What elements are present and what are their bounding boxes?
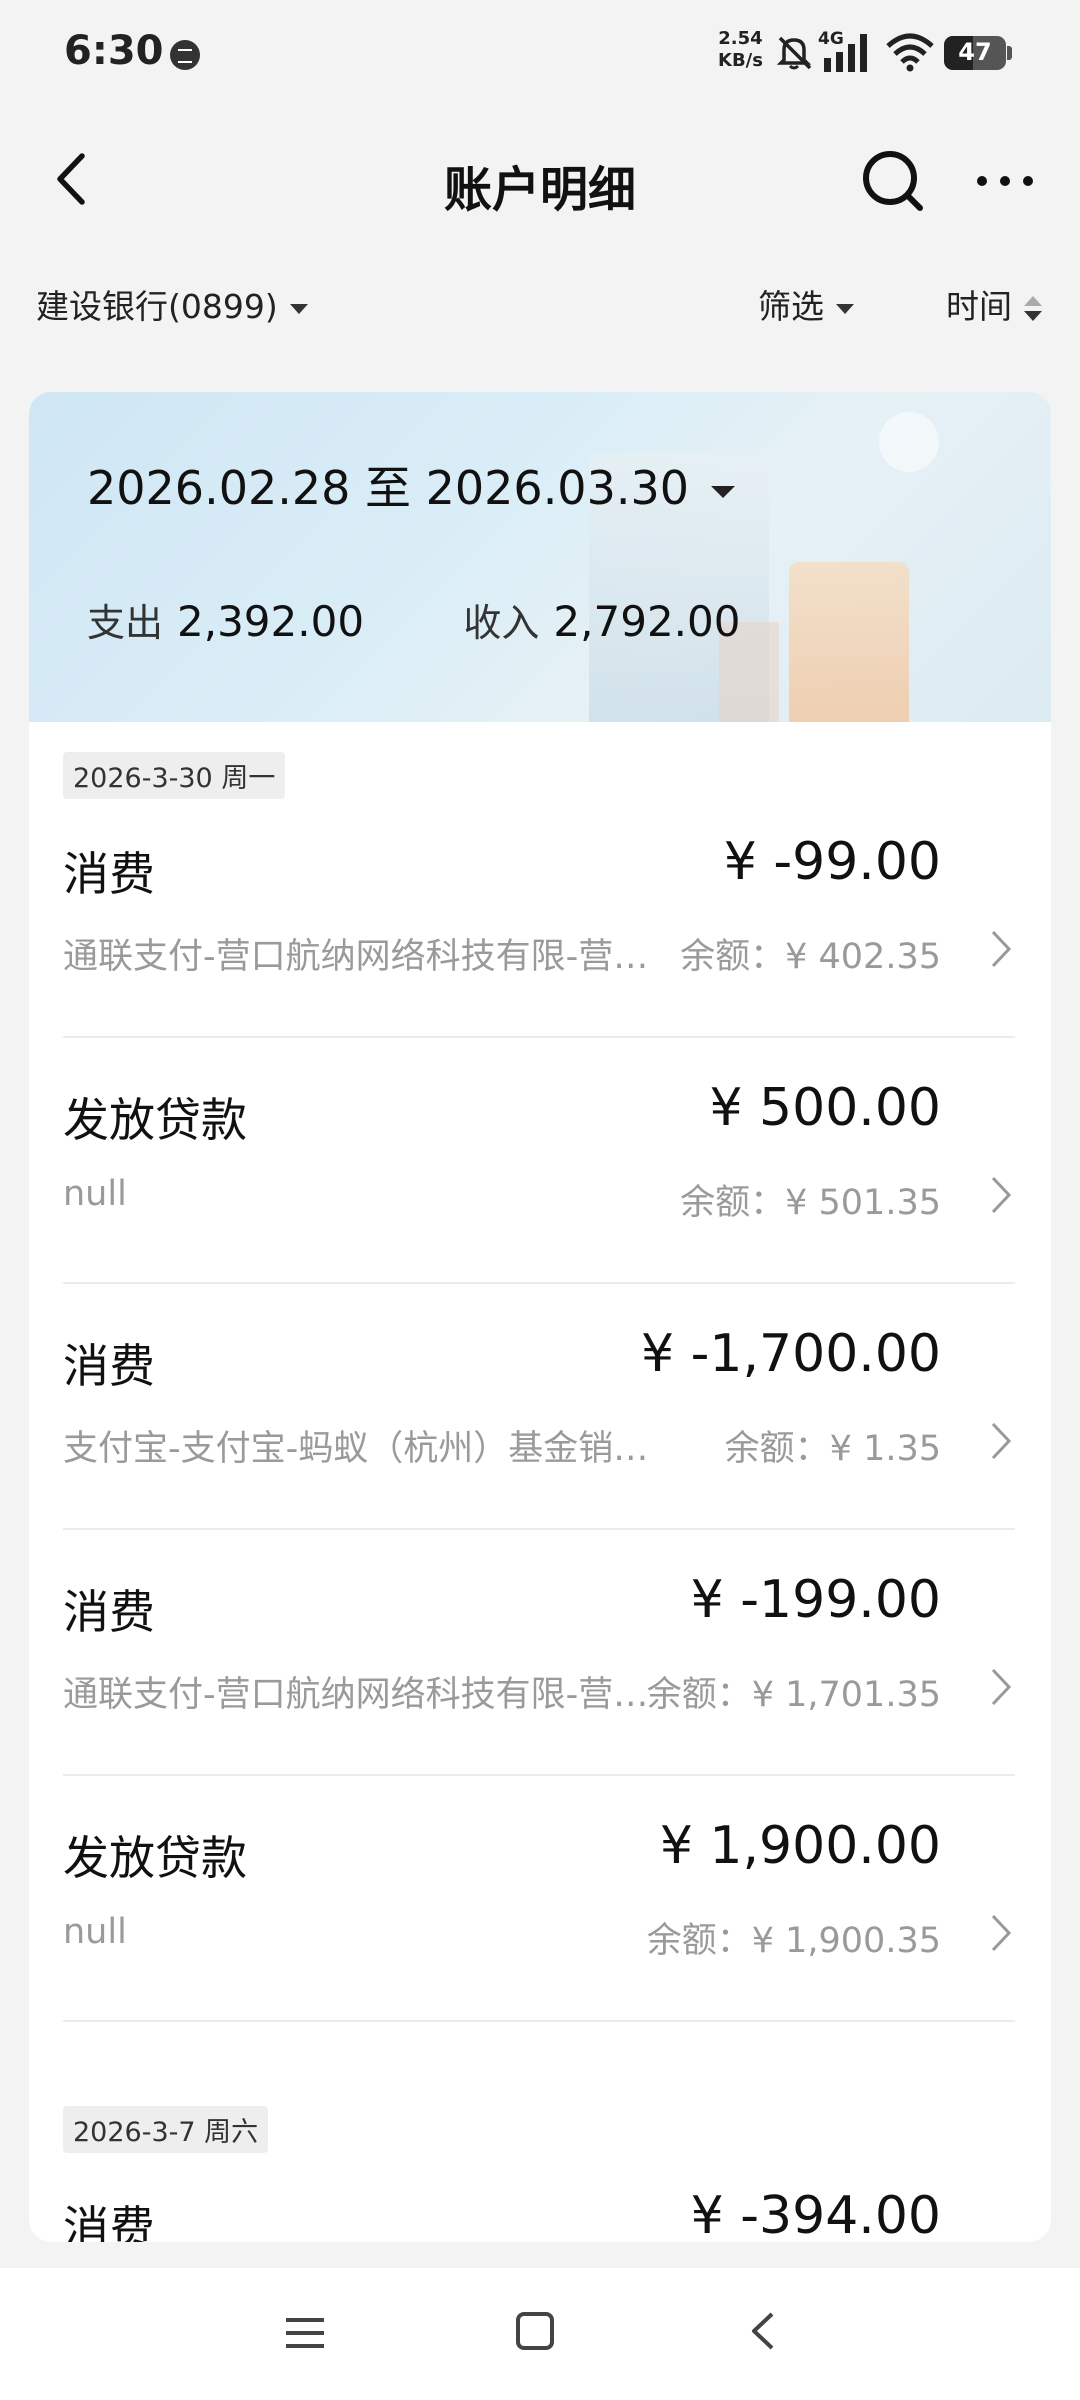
transaction-amount: ¥ -199.00: [690, 1570, 941, 1630]
transaction-row[interactable]: 发放贷款 ¥ 1,900.00 null 余额：¥ 1,900.35: [63, 1776, 1015, 2022]
network-type: 4G: [818, 29, 844, 49]
income-label: 收入: [463, 601, 540, 645]
back-triangle-icon[interactable]: [740, 2306, 790, 2356]
transaction-balance: 余额：¥ 1,900.35: [646, 1921, 941, 1961]
more-icon[interactable]: [970, 146, 1040, 216]
transaction-row[interactable]: 消费 ¥ -199.00 通联支付-营口航纳网络科技有限-营… 余额：¥ 1,7…: [63, 1530, 1015, 1776]
account-label: 建设银行(0899): [36, 287, 278, 326]
network-speed-unit: KB/s: [718, 50, 763, 71]
summary-banner: 2026.02.28 至 2026.03.30 支出 2,392.00 收入 2,7…: [29, 392, 1051, 722]
transaction-amount: ¥ -394.00: [690, 2186, 941, 2242]
chevron-right-icon: [991, 1422, 1012, 1460]
wifi-icon: [886, 33, 934, 72]
transaction-type: 消费: [63, 1339, 155, 1393]
date-range-selector[interactable]: 2026.02.28 至 2026.03.30: [87, 452, 735, 518]
mute-bell-icon: [776, 36, 812, 70]
chevron-right-icon: [991, 1914, 1012, 1952]
expense-label: 支出: [87, 601, 164, 645]
battery-icon: 47: [944, 36, 1012, 70]
filter-dropdown[interactable]: 筛选: [758, 280, 854, 328]
transaction-amount: ¥ -99.00: [723, 832, 941, 892]
transaction-amount: ¥ -1,700.00: [641, 1324, 941, 1384]
transaction-row[interactable]: 消费 ¥ -394.00: [63, 2146, 1015, 2242]
transaction-type: 消费: [63, 2201, 155, 2242]
transaction-row[interactable]: 消费 ¥ -99.00 通联支付-营口航纳网络科技有限-营… 余额：¥ 402.…: [63, 792, 1015, 1038]
transaction-amount: ¥ 500.00: [709, 1078, 941, 1138]
signal-icon: 4G: [818, 29, 867, 72]
transaction-balance: 余额：¥ 501.35: [680, 1183, 941, 1223]
transaction-type: 消费: [63, 847, 155, 901]
app-header: 账户明细: [0, 120, 1080, 240]
transaction-row[interactable]: 消费 ¥ -1,700.00 支付宝-支付宝-蚂蚁（杭州）基金销… 余额：¥ 1…: [63, 1284, 1015, 1530]
network-speed: 2.54 KB/s: [718, 28, 763, 72]
transaction-description: null: [63, 1912, 127, 1952]
transaction-balance: 余额：¥ 1,701.35: [646, 1675, 941, 1715]
chevron-right-icon: [991, 930, 1012, 968]
sort-icon: [1024, 294, 1042, 324]
transaction-amount: ¥ 1,900.00: [659, 1816, 941, 1876]
expense-value: 2,392.00: [177, 597, 365, 646]
transaction-balance: 余额：¥ 1.35: [724, 1429, 941, 1469]
transactions-card: 2026.02.28 至 2026.03.30 支出 2,392.00 收入 2,7…: [29, 392, 1051, 2242]
transaction-description: null: [63, 1174, 127, 1214]
filter-bar: 建设银行(0899) 筛选 时间: [0, 270, 1080, 340]
account-dropdown[interactable]: 建设银行(0899): [36, 280, 308, 328]
transaction-type: 发放贷款: [63, 1831, 247, 1885]
transaction-type: 发放贷款: [63, 1093, 247, 1147]
status-bar: 6:30 2.54 KB/s 4G 47: [0, 0, 1080, 110]
transaction-row[interactable]: 发放贷款 ¥ 500.00 null 余额：¥ 501.35: [63, 1038, 1015, 1284]
chevron-down-icon: [711, 485, 735, 498]
chevron-down-icon: [836, 303, 854, 314]
transaction-balance: 余额：¥ 402.35: [680, 937, 941, 977]
time-sort-label: 时间: [946, 287, 1012, 326]
transaction-type: 消费: [63, 1585, 155, 1639]
income-value: 2,792.00: [553, 597, 741, 646]
chevron-down-icon: [289, 303, 308, 314]
system-nav-bar: [0, 2268, 1080, 2400]
network-speed-value: 2.54: [718, 28, 763, 49]
transaction-description: 通联支付-营口航纳网络科技有限-营…: [63, 937, 649, 977]
status-time: 6:30: [64, 28, 164, 74]
chevron-right-icon: [991, 1176, 1012, 1214]
menu-icon[interactable]: [280, 2308, 330, 2358]
summary-totals: 支出 2,392.00 收入 2,792.00: [87, 592, 740, 647]
date-range-label: 2026.02.28 至 2026.03.30: [87, 461, 689, 515]
time-sort-button[interactable]: 时间: [946, 280, 1042, 328]
home-square-icon[interactable]: [510, 2306, 560, 2356]
chevron-right-icon: [991, 1668, 1012, 1706]
search-icon[interactable]: [858, 146, 928, 216]
filter-label: 筛选: [758, 287, 824, 326]
transaction-description: 通联支付-营口航纳网络科技有限-营…: [63, 1675, 649, 1715]
battery-level: 47: [958, 38, 992, 66]
message-icon: [170, 40, 200, 70]
transaction-description: 支付宝-支付宝-蚂蚁（杭州）基金销…: [63, 1429, 649, 1469]
